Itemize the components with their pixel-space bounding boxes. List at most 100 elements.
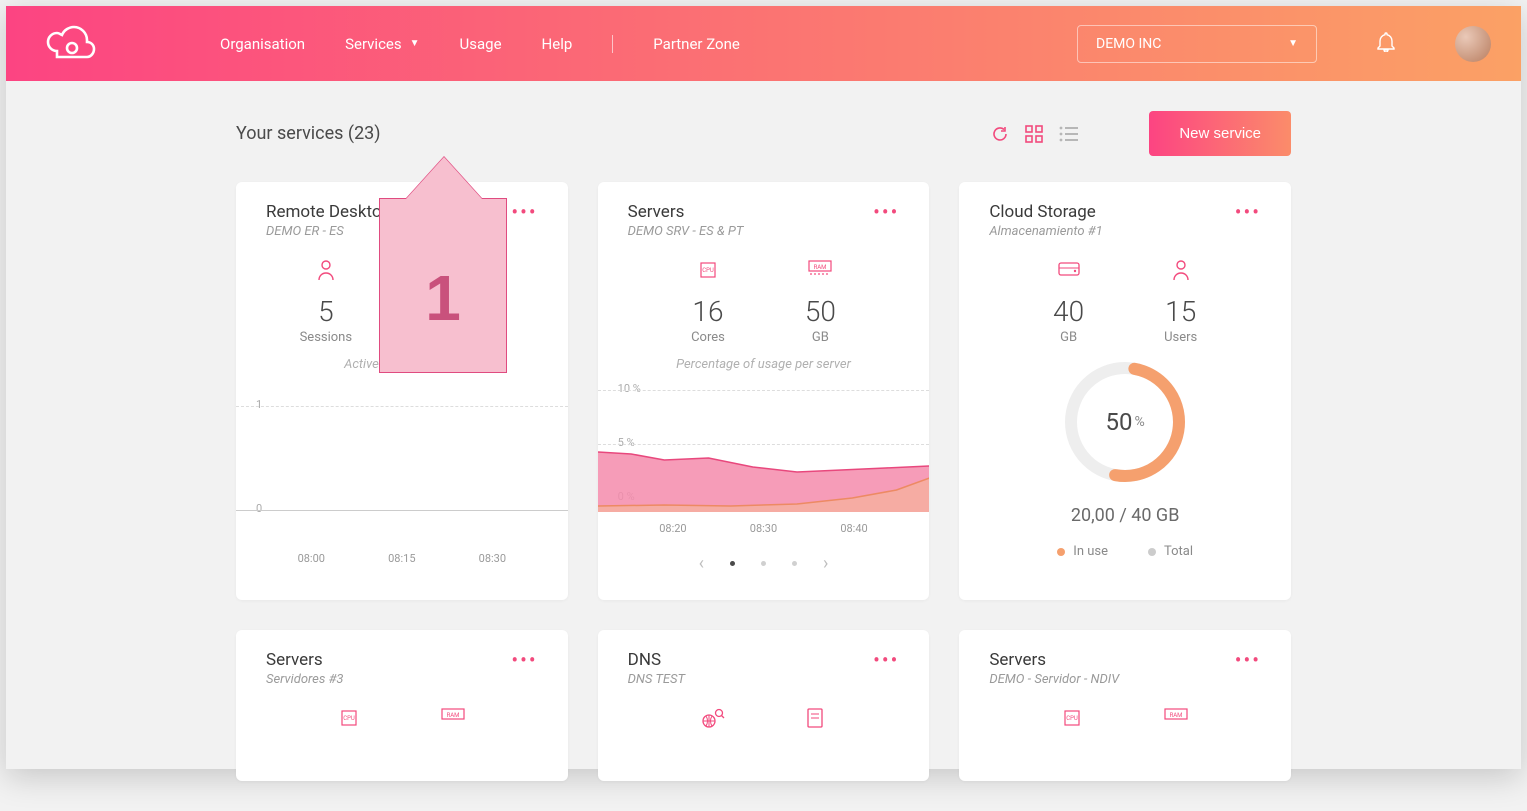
x-axis: 08:20 08:30 08:40 — [628, 522, 900, 535]
nav-services[interactable]: Services ▼ — [345, 35, 419, 53]
card-more-icon[interactable]: ••• — [1235, 202, 1261, 222]
x-tick: 08:30 — [750, 522, 777, 535]
storage-legend: In use Total — [989, 544, 1261, 559]
card-dns[interactable]: DNS DNS TEST ••• — [598, 630, 930, 781]
x-axis: 08:00 08:15 08:30 — [266, 552, 538, 565]
svg-text:CPU: CPU — [1066, 715, 1078, 722]
chart-caption: Percentage of usage per server — [628, 357, 900, 372]
disk-icon — [1053, 259, 1084, 283]
card-servers[interactable]: Servers DEMO SRV - ES & PT ••• CPU 16 Co… — [598, 182, 930, 600]
x-tick: 08:20 — [659, 522, 686, 535]
ram-icon: RAM — [805, 259, 836, 283]
nav-help[interactable]: Help — [542, 35, 573, 53]
org-selector-label: DEMO INC — [1096, 36, 1161, 52]
refresh-icon[interactable] — [991, 125, 1009, 143]
card-title: Servers — [628, 202, 744, 222]
svg-text:RAM: RAM — [814, 264, 827, 271]
svg-text:CPU: CPU — [343, 715, 355, 722]
card-more-icon[interactable]: ••• — [511, 202, 537, 222]
chevron-down-icon: ▼ — [1288, 38, 1298, 49]
pager-dot[interactable] — [792, 561, 797, 566]
top-nav: Organisation Services ▼ Usage Help Partne… — [6, 6, 1521, 81]
stat-label: GB — [805, 330, 836, 345]
svg-text:RAM: RAM — [446, 712, 459, 719]
card-title: Servers — [266, 650, 343, 670]
card-more-icon[interactable]: ••• — [873, 650, 899, 670]
svg-text:CPU: CPU — [702, 267, 714, 274]
monitor-icon — [432, 259, 504, 283]
donut-percent: 50 — [1106, 408, 1133, 436]
y-tick: 1 — [256, 398, 262, 411]
x-tick: 08:40 — [840, 522, 867, 535]
stat-label: Applications — [432, 330, 504, 345]
cpu-icon: CPU — [1061, 707, 1083, 731]
card-subtitle: DEMO SRV - ES & PT — [628, 224, 744, 239]
card-more-icon[interactable]: ••• — [873, 202, 899, 222]
nav-services-label: Services — [345, 35, 402, 53]
chevron-down-icon: ▼ — [410, 38, 420, 49]
card-title: Remote Desktop — [266, 202, 391, 222]
ram-icon: RAM — [440, 707, 466, 731]
card-subtitle: DNS TEST — [628, 672, 685, 687]
card-more-icon[interactable]: ••• — [1235, 650, 1261, 670]
logo[interactable] — [46, 25, 100, 63]
stat-label: Sessions — [300, 330, 353, 345]
grid-view-icon[interactable] — [1025, 125, 1043, 143]
x-tick: 08:30 — [479, 552, 506, 565]
cpu-icon: CPU — [691, 259, 725, 283]
notifications-icon[interactable] — [1377, 32, 1395, 56]
nav-separator — [612, 35, 613, 53]
user-icon — [300, 259, 353, 283]
pager-prev[interactable]: ‹ — [699, 553, 704, 574]
card-more-icon[interactable]: ••• — [511, 650, 537, 670]
nav-partner[interactable]: Partner Zone — [653, 35, 740, 53]
stat-label: Users — [1164, 330, 1197, 345]
svg-text:RAM: RAM — [1170, 712, 1183, 719]
pager-dot[interactable] — [730, 561, 735, 566]
stat-value: 16 — [691, 295, 725, 328]
nav-organisation[interactable]: Organisation — [220, 35, 305, 53]
card-title: Cloud Storage — [989, 202, 1102, 222]
x-tick: 08:15 — [388, 552, 415, 565]
storage-usage-text: 20,00 / 40 GB — [989, 505, 1261, 526]
sessions-chart: 1 0 — [236, 382, 568, 542]
stat-label: Cores — [691, 330, 725, 345]
stat-value: 27 — [432, 295, 504, 328]
card-subtitle: Servidores #3 — [266, 672, 343, 687]
card-subtitle: DEMO ER - ES — [266, 224, 391, 239]
chart-caption: Active user sessions — [266, 357, 538, 372]
nav-usage[interactable]: Usage — [460, 35, 502, 53]
card-title: Servers — [989, 650, 1119, 670]
stat-label: GB — [1053, 330, 1084, 345]
card-servers-ndiv[interactable]: Servers DEMO - Servidor - NDIV ••• CPU R… — [959, 630, 1291, 781]
legend-label: In use — [1073, 544, 1108, 559]
stat-value: 15 — [1164, 295, 1197, 328]
pager-next[interactable]: › — [823, 553, 828, 574]
domain-icon — [701, 707, 725, 731]
chart-pager: ‹ › — [628, 553, 900, 574]
page-heading: Your services (23) — [236, 123, 381, 144]
card-subtitle: DEMO - Servidor - NDIV — [989, 672, 1119, 687]
y-tick: 0 — [256, 502, 262, 515]
org-selector[interactable]: DEMO INC ▼ — [1077, 25, 1317, 63]
card-subtitle: Almacenamiento #1 — [989, 224, 1102, 239]
card-title: DNS — [628, 650, 685, 670]
stat-value: 5 — [300, 295, 353, 328]
new-service-button[interactable]: New service — [1149, 111, 1291, 156]
usage-chart: 10 % 5 % 0 % — [598, 382, 930, 512]
stat-value: 40 — [1053, 295, 1084, 328]
ram-icon: RAM — [1163, 707, 1189, 731]
storage-donut: 50% — [1060, 357, 1190, 487]
card-servers-3[interactable]: Servers Servidores #3 ••• CPU RAM — [236, 630, 568, 781]
user-avatar[interactable] — [1455, 26, 1491, 62]
card-cloud-storage[interactable]: Cloud Storage Almacenamiento #1 ••• 40 G… — [959, 182, 1291, 600]
record-icon — [805, 707, 825, 731]
stat-value: 50 — [805, 295, 836, 328]
x-tick: 08:00 — [298, 552, 325, 565]
user-icon — [1164, 259, 1197, 283]
list-view-icon[interactable] — [1059, 125, 1079, 143]
cpu-icon: CPU — [338, 707, 360, 731]
card-remote-desktop[interactable]: Remote Desktop DEMO ER - ES ••• 5 Sessio… — [236, 182, 568, 600]
legend-label: Total — [1164, 544, 1193, 559]
pager-dot[interactable] — [761, 561, 766, 566]
